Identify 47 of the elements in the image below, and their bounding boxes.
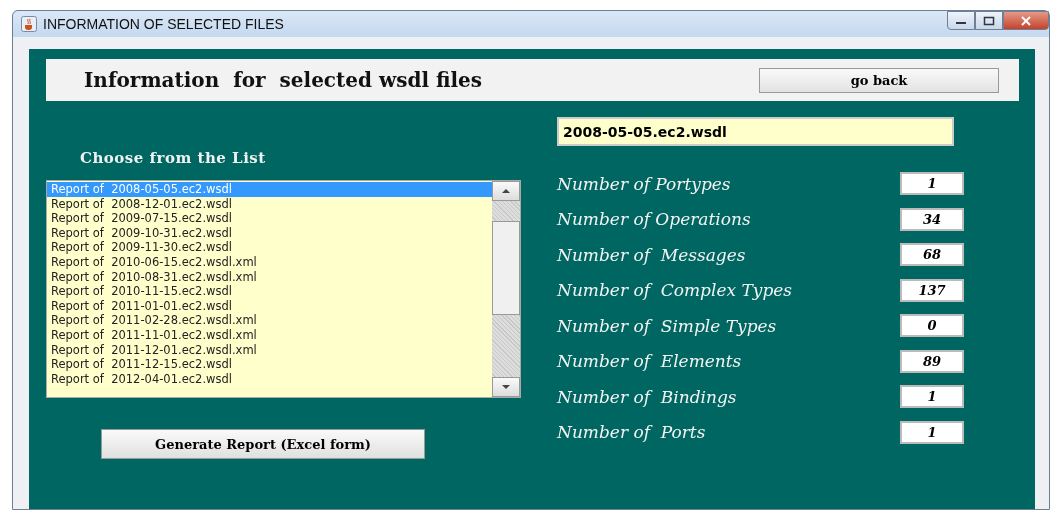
stat-value-field[interactable]: 1 [900,420,964,444]
stat-label: Number of Elements [557,351,742,371]
maximize-button[interactable] [975,11,1003,30]
list-label: Choose from the List [80,149,267,167]
up-arrow-icon [501,188,511,194]
down-arrow-icon [501,384,511,390]
generate-report-button[interactable]: Generate Report (Excel form) [101,429,425,459]
maximize-icon [983,15,995,26]
list-item[interactable]: Report of 2009-10-31.ec2.wsdl [47,225,492,241]
list-item[interactable]: Report of 2010-08-31.ec2.wsdl.xml [47,269,492,285]
minimize-button[interactable] [947,11,975,30]
stat-label: Number of Ports [557,422,706,442]
go-back-button[interactable]: go back [759,67,999,93]
list-item[interactable]: Report of 2009-11-30.ec2.wsdl [47,240,492,255]
stat-value-field[interactable]: 137 [900,278,964,302]
scrollbar[interactable] [492,181,520,397]
list-item[interactable]: Report of 2011-02-28.ec2.wsdl.xml [47,313,492,328]
stat-value-field[interactable]: 34 [900,207,964,231]
list-item[interactable]: Report of 2008-12-01.ec2.wsdl [47,196,492,212]
header-title: Information for selected wsdl files [84,68,483,92]
list-item[interactable]: Report of 2010-11-15.ec2.wsdl [47,284,492,299]
stat-label: Number of Bindings [557,386,737,407]
list-item[interactable]: Report of 2010-06-15.ec2.wsdl.xml [47,254,492,270]
close-icon [1019,15,1033,26]
stat-value-field[interactable]: 1 [900,172,964,195]
stat-label: Number of Operations [557,209,751,229]
scroll-down-button[interactable] [492,377,520,397]
scroll-up-button[interactable] [492,181,520,201]
close-button[interactable] [1003,11,1049,30]
stat-value-field[interactable]: 68 [900,243,964,266]
list-item[interactable]: Report of 2009-07-15.ec2.wsdl [47,211,492,226]
list-item[interactable]: Report of 2011-12-15.ec2.wsdl [47,357,492,372]
file-name-field[interactable]: 2008-05-05.ec2.wsdl [557,117,954,146]
stat-label: Number of Complex Types [557,280,793,300]
stat-label: Number of Portypes [557,173,731,194]
stat-label: Number of Messages [557,244,746,265]
stat-label: Number of Simple Types [557,315,777,336]
list-item[interactable]: Report of 2011-11-01.ec2.wsdl.xml [47,327,492,343]
window-title: INFORMATION OF SELECTED FILES [43,16,284,32]
scroll-thumb[interactable] [492,221,520,315]
list-item[interactable]: Report of 2011-01-01.ec2.wsdl [47,298,492,314]
java-cup-icon [21,16,37,32]
stat-value-field[interactable]: 0 [900,314,964,337]
stat-value-field[interactable]: 1 [900,385,964,408]
stat-value-field[interactable]: 89 [900,349,964,373]
list-item[interactable]: Report of 2012-04-01.ec2.wsdl [47,371,492,387]
list-item[interactable]: Report of 2011-12-01.ec2.wsdl.xml [47,342,492,358]
